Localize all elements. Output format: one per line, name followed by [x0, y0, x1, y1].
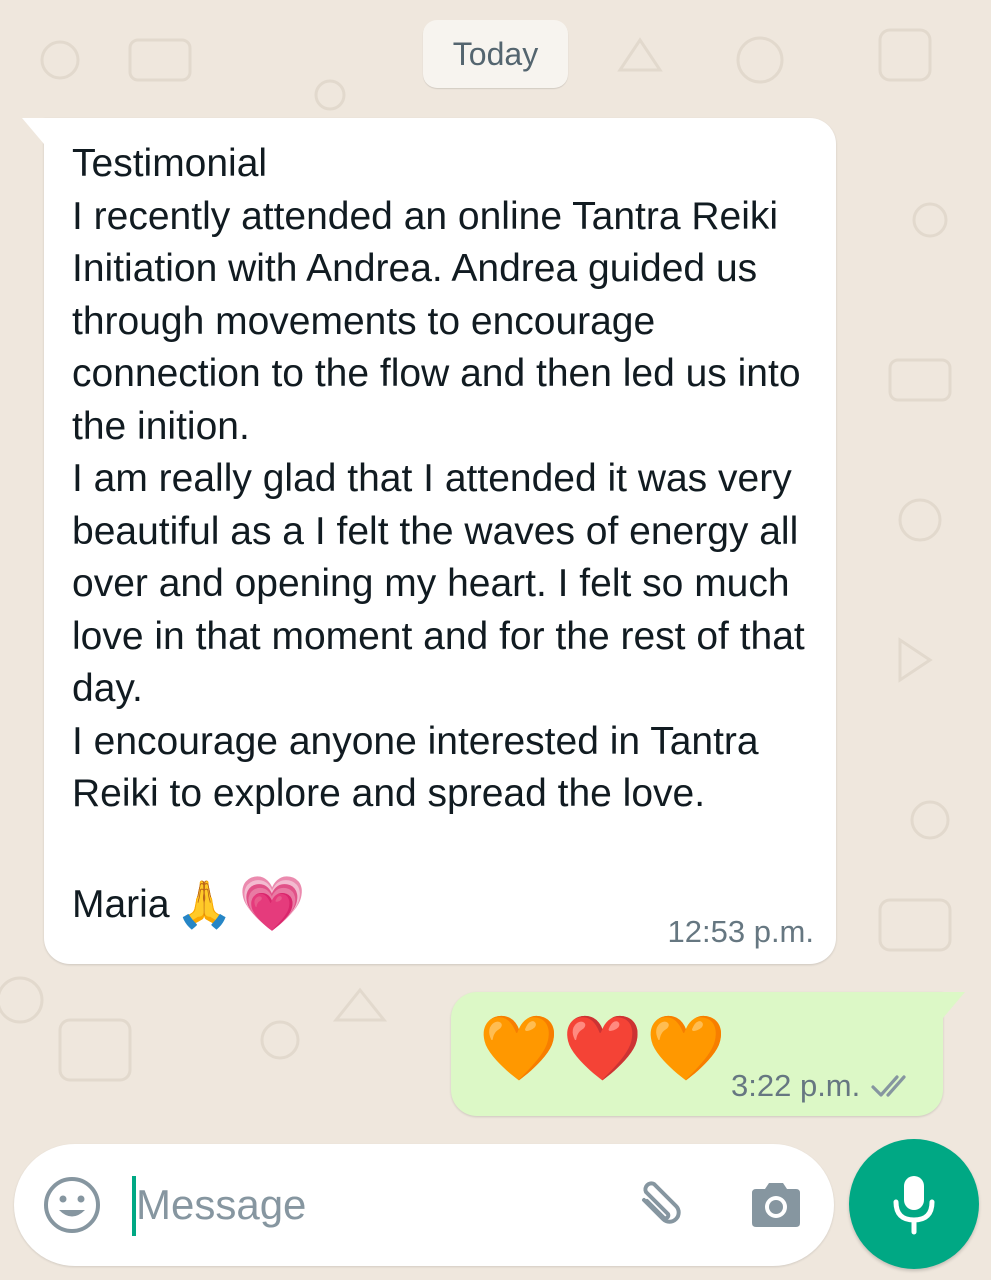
bubble-tail: [22, 118, 44, 144]
mic-button[interactable]: [849, 1139, 979, 1269]
heart-emoji-row: 🧡 ❤️ 🧡: [479, 1012, 726, 1084]
signature-text: Maria: [72, 882, 170, 926]
signature-row: Maria 🙏 💗: [72, 873, 306, 936]
pray-emoji: 🙏: [175, 878, 233, 930]
date-chip: Today: [423, 20, 568, 88]
outgoing-meta: 3:22 p.m.: [731, 1068, 916, 1104]
incoming-message-text: Testimonial I recently attended an onlin…: [72, 142, 805, 815]
bubble-tail: [943, 992, 965, 1018]
outgoing-message-bubble[interactable]: 🧡 ❤️ 🧡 3:22 p.m.: [451, 992, 965, 1116]
outgoing-timestamp: 3:22 p.m.: [731, 1068, 861, 1103]
incoming-message-bubble[interactable]: Testimonial I recently attended an onlin…: [22, 118, 836, 964]
message-composer: [14, 1144, 834, 1266]
date-chip-label: Today: [452, 35, 539, 72]
smiley-icon[interactable]: [42, 1175, 102, 1235]
double-check-icon: [871, 1075, 906, 1097]
paperclip-icon[interactable]: [626, 1174, 688, 1236]
message-input[interactable]: [136, 1164, 586, 1246]
orange-heart-emoji: 🧡: [479, 1012, 559, 1084]
camera-icon[interactable]: [746, 1175, 806, 1235]
red-heart-emoji: ❤️: [562, 1012, 643, 1084]
mic-icon: [893, 1176, 935, 1235]
incoming-timestamp: 12:53 p.m.: [667, 914, 814, 949]
growing-heart-emoji: 💗: [238, 874, 307, 934]
orange-heart-emoji: 🧡: [646, 1012, 727, 1084]
